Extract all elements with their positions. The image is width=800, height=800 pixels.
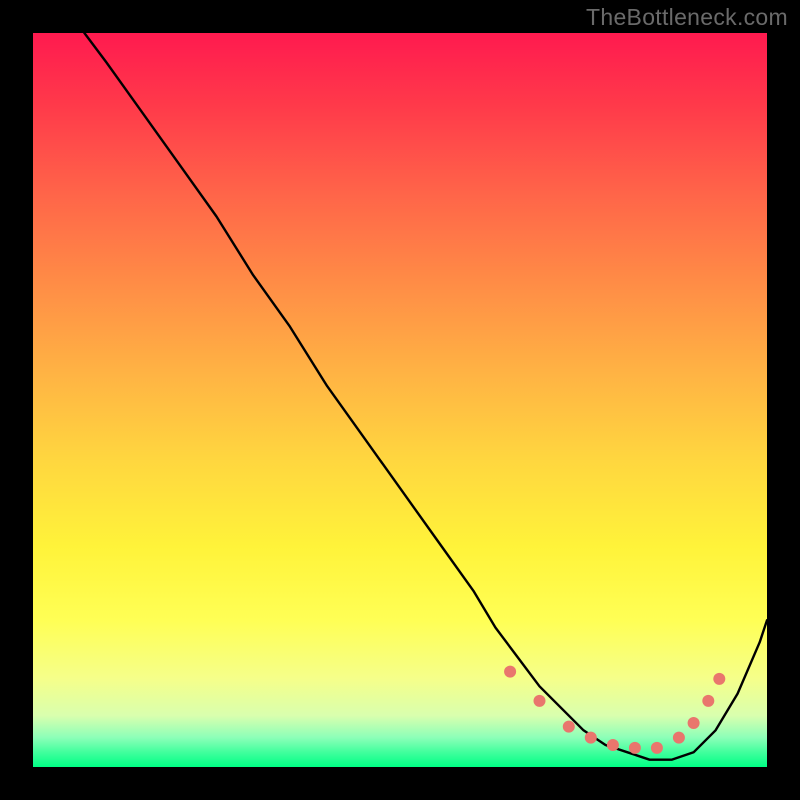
bottleneck-curve <box>84 33 767 760</box>
watermark-text: TheBottleneck.com <box>586 4 788 31</box>
curve-marker <box>534 695 546 707</box>
curve-marker <box>688 717 700 729</box>
curve-marker <box>629 742 641 754</box>
curve-marker <box>713 673 725 685</box>
plot-area <box>33 33 767 767</box>
curve-marker <box>607 739 619 751</box>
curve-marker <box>673 732 685 744</box>
curve-marker <box>504 666 516 678</box>
curve-marker <box>563 721 575 733</box>
chart-frame: TheBottleneck.com <box>0 0 800 800</box>
curve-markers <box>504 666 725 754</box>
curve-marker <box>585 732 597 744</box>
curve-svg <box>33 33 767 767</box>
curve-marker <box>702 695 714 707</box>
curve-marker <box>651 742 663 754</box>
